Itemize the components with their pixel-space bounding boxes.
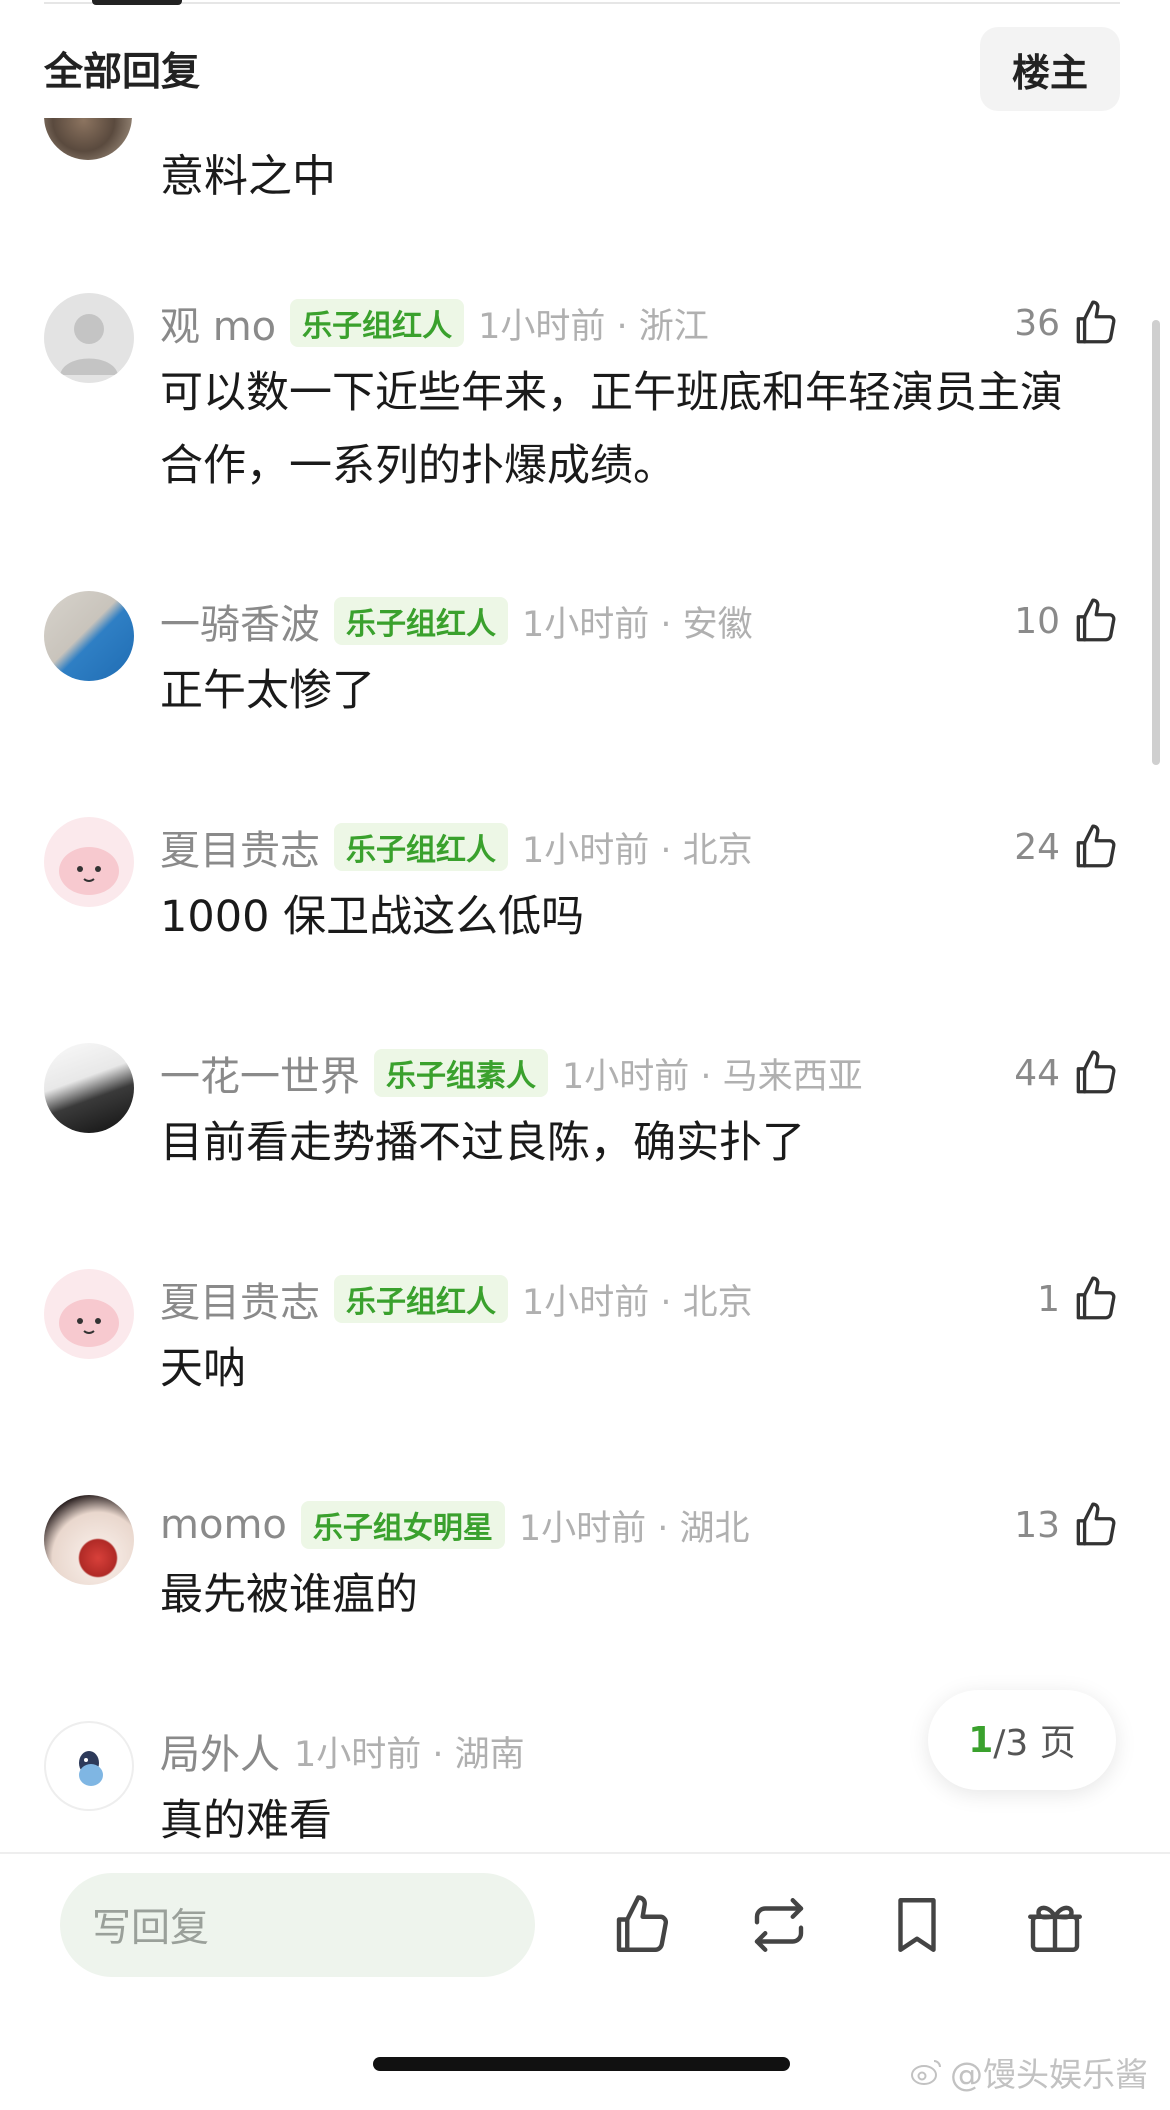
comment-time-location: 1小时前 · 马来西亚 <box>562 1056 863 1097</box>
replies-header: 全部回复 楼主 <box>44 26 1120 112</box>
like-count: 10 <box>1014 600 1060 642</box>
thumbs-up-icon <box>1076 1502 1116 1546</box>
watermark: @馒头娱乐酱 <box>910 2048 1148 2096</box>
like-button[interactable]: 1 <box>1037 1269 1120 1329</box>
comment-text: 天呐 <box>160 1344 246 1394</box>
avatar[interactable] <box>44 293 134 383</box>
user-badge: 乐子组红人 <box>334 823 508 871</box>
comment-time-location: 1小时前 · 北京 <box>522 830 753 871</box>
comment-username[interactable]: 一花一世界 <box>160 1044 360 1102</box>
like-button[interactable]: 24 <box>1014 817 1120 877</box>
like-button[interactable]: 10 <box>1014 591 1120 651</box>
comment-time-location: 1小时前 · 安徽 <box>522 604 753 645</box>
comment-username[interactable]: momo <box>160 1502 287 1548</box>
scrollbar[interactable] <box>1152 320 1160 765</box>
thumbs-up-icon <box>1076 1050 1116 1094</box>
comment-item: 一花一世界 乐子组素人 1小时前 · 马来西亚 44 目前看走势播不过良陈，确实… <box>44 1043 1120 1243</box>
comment-text: 意料之中 <box>160 151 336 202</box>
comment-item: 观 mo 乐子组红人 1小时前 · 浙江 36 可以数一下近些年来，正午班底和年… <box>44 293 1120 493</box>
comment-username[interactable]: 一骑香波 <box>160 592 320 650</box>
comment-item: momo 乐子组女明星 1小时前 · 湖北 13 最先被谁瘟的 <box>44 1495 1120 1695</box>
user-badge: 乐子组女明星 <box>300 1501 505 1549</box>
comment-username[interactable]: 夏目贵志 <box>160 1270 320 1328</box>
user-badge: 乐子组素人 <box>374 1049 548 1097</box>
comment-username[interactable]: 局外人 <box>160 1722 280 1780</box>
avatar[interactable] <box>44 817 134 907</box>
comment-time-location: 1小时前 · 湖南 <box>294 1734 525 1775</box>
current-page: 1 <box>968 1719 994 1761</box>
comment-text: 1000 保卫战这么低吗 <box>160 892 585 942</box>
like-count: 13 <box>1014 1504 1060 1546</box>
bookmark-icon[interactable] <box>884 1892 950 1958</box>
like-button[interactable]: 13 <box>1014 1495 1120 1555</box>
avatar[interactable] <box>44 591 134 681</box>
avatar[interactable] <box>44 118 132 160</box>
thumbs-up-icon <box>1076 824 1116 868</box>
like-count: 36 <box>1014 302 1060 344</box>
reply-input[interactable]: 写回复 <box>60 1873 535 1977</box>
comment-time-location: 1小时前 · 北京 <box>522 1282 753 1323</box>
comment-text: 正午太惨了 <box>160 666 375 716</box>
like-button[interactable]: 36 <box>1014 293 1120 353</box>
weibo-logo-icon <box>911 2060 941 2085</box>
home-indicator[interactable] <box>373 2057 790 2071</box>
gift-icon[interactable] <box>1022 1892 1088 1958</box>
top-divider <box>44 2 1120 4</box>
total-pages-label: /3 页 <box>993 1723 1076 1764</box>
comment-text: 最先被谁瘟的 <box>160 1570 418 1620</box>
active-tab-indicator <box>92 0 182 5</box>
user-badge: 乐子组红人 <box>334 597 508 645</box>
comment-item: 夏目贵志 乐子组红人 1小时前 · 北京 1 天呐 <box>44 1269 1120 1469</box>
page-indicator-button[interactable]: 1 /3 页 <box>928 1690 1116 1790</box>
like-count: 1 <box>1037 1278 1060 1320</box>
comment-text: 可以数一下近些年来，正午班底和年轻演员主演合作，一系列的扑爆成绩。 <box>160 368 1063 491</box>
comment-username[interactable]: 夏目贵志 <box>160 818 320 876</box>
comment-text: 目前看走势播不过良陈，确实扑了 <box>160 1118 805 1168</box>
comment-item: 一骑香波 乐子组红人 1小时前 · 安徽 10 正午太惨了 <box>44 591 1120 791</box>
watermark-text: @馒头娱乐酱 <box>950 2055 1148 2094</box>
thumbs-up-icon <box>1076 598 1116 642</box>
comment-time-location: 1小时前 · 浙江 <box>478 306 709 347</box>
comment-username[interactable]: 观 mo <box>160 294 276 352</box>
like-count: 24 <box>1014 826 1060 868</box>
avatar[interactable] <box>44 1269 134 1359</box>
avatar[interactable] <box>44 1495 134 1585</box>
like-count: 44 <box>1014 1052 1060 1094</box>
like-icon[interactable] <box>608 1892 674 1958</box>
comment-item: 夏目贵志 乐子组红人 1小时前 · 北京 24 1000 保卫战这么低吗 <box>44 817 1120 1017</box>
user-badge: 乐子组红人 <box>290 299 465 347</box>
user-badge: 乐子组红人 <box>334 1275 508 1323</box>
comment-time-location: 1小时前 · 湖北 <box>518 1508 750 1549</box>
avatar[interactable] <box>44 1043 134 1133</box>
owner-only-button[interactable]: 楼主 <box>980 27 1120 111</box>
page-title: 全部回复 <box>44 50 201 95</box>
thumbs-up-icon <box>1076 1276 1116 1320</box>
thumbs-up-icon <box>1076 300 1116 344</box>
comment-text: 真的难看 <box>160 1796 332 1846</box>
avatar[interactable] <box>44 1721 134 1811</box>
repost-icon[interactable] <box>746 1892 812 1958</box>
like-button[interactable]: 44 <box>1014 1043 1120 1103</box>
